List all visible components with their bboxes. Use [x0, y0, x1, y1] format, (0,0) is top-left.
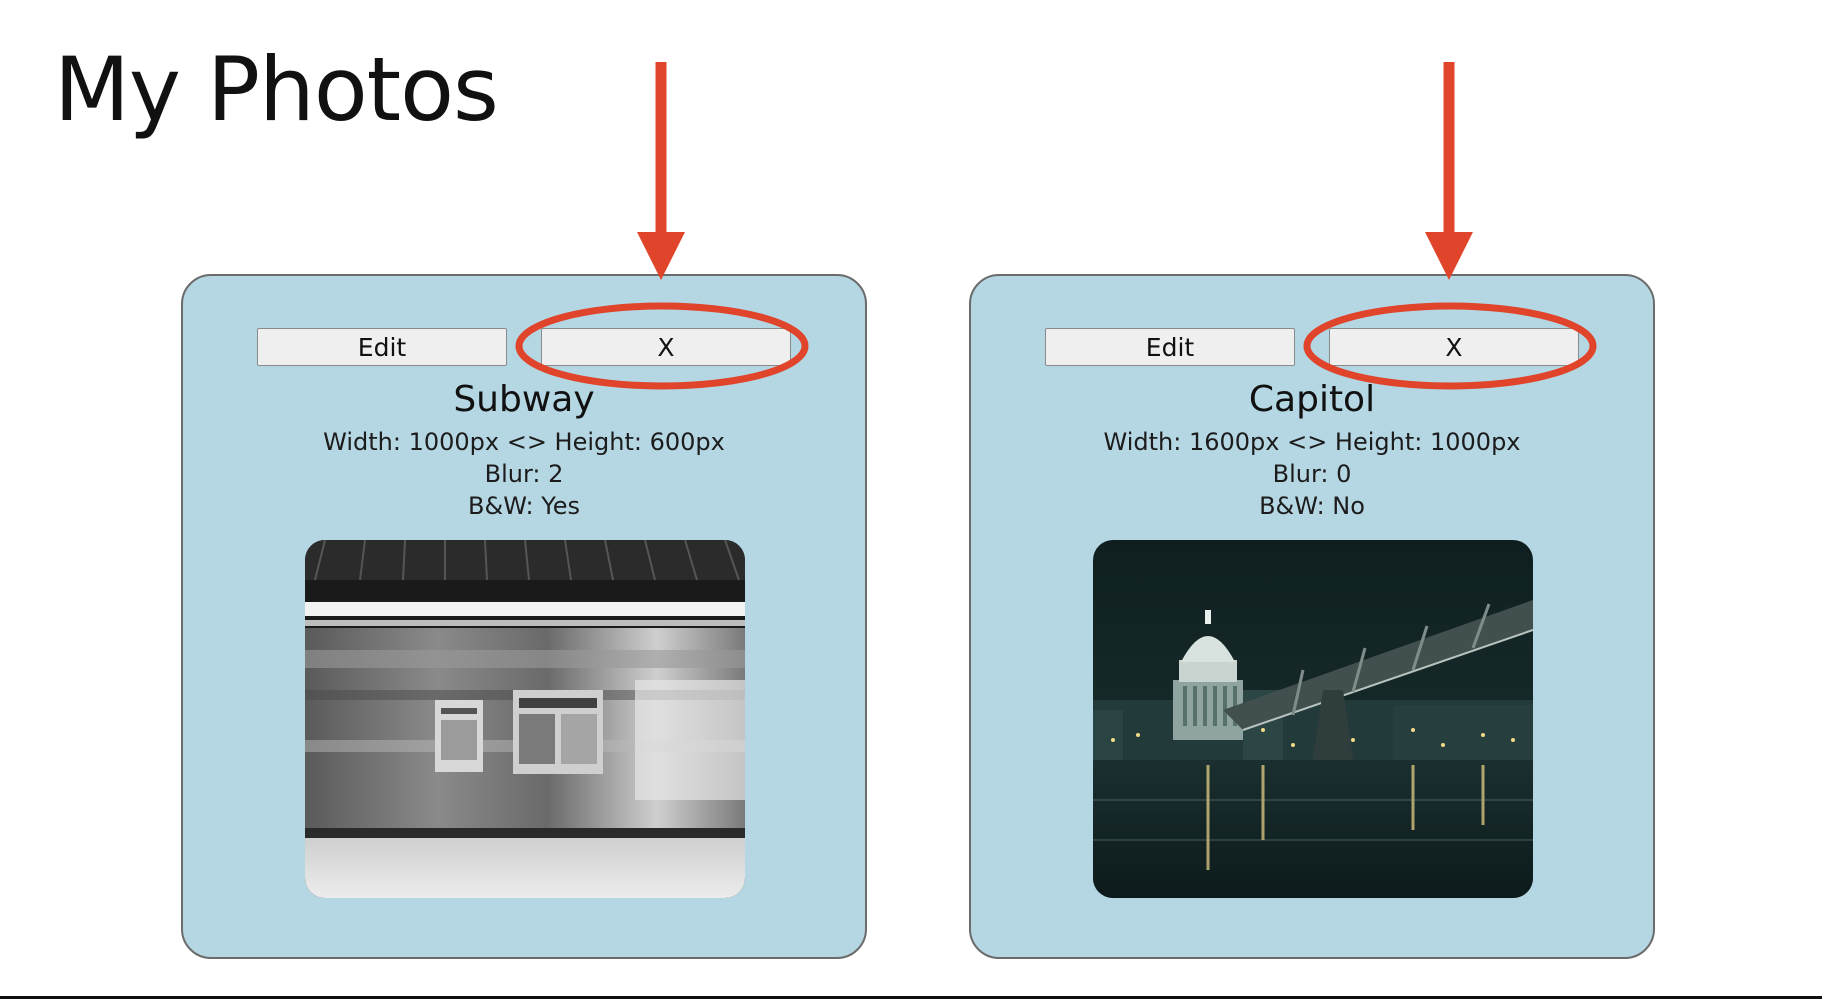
edit-button[interactable]: Edit: [257, 328, 507, 366]
delete-button[interactable]: X: [541, 328, 791, 366]
edit-button[interactable]: Edit: [1045, 328, 1295, 366]
page-title: My Photos: [54, 38, 499, 141]
bottom-divider: [0, 996, 1822, 999]
photo-card: Edit X Subway Width: 1000px <> Height: 6…: [181, 274, 867, 959]
photo-image: [1093, 540, 1533, 898]
photo-image: [305, 540, 745, 898]
photo-card: Edit X Capitol Width: 1600px <> Height: …: [969, 274, 1655, 959]
photo-blur: Blur: 2: [484, 460, 564, 488]
photo-dimensions: Width: 1600px <> Height: 1000px: [1103, 428, 1521, 456]
photo-dimensions: Width: 1000px <> Height: 600px: [323, 428, 725, 456]
photo-bw: B&W: Yes: [468, 492, 580, 520]
arrow-down-icon: [637, 62, 685, 280]
photo-title: Subway: [453, 379, 595, 420]
arrow-down-icon: [1425, 62, 1473, 280]
delete-button[interactable]: X: [1329, 328, 1579, 366]
photo-title: Capitol: [1248, 379, 1376, 420]
photo-gallery-page: My Photos Edit X Subway Width: 1000px <>…: [0, 0, 1822, 1001]
photo-blur: Blur: 0: [1272, 460, 1352, 488]
photo-bw: B&W: No: [1259, 492, 1365, 520]
